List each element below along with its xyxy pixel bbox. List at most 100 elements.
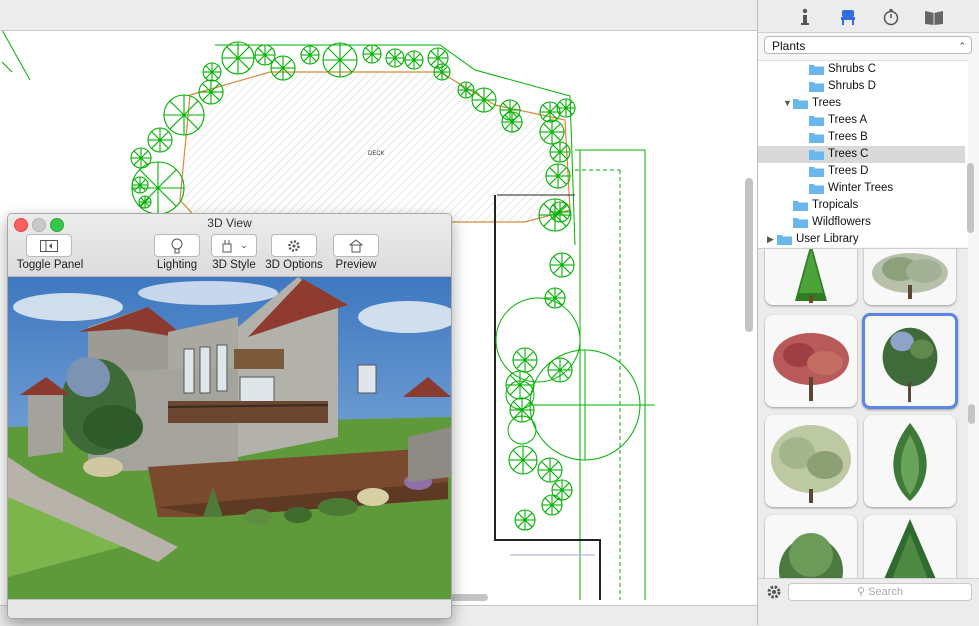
house-icon (349, 238, 363, 252)
lighting-label: Lighting (156, 259, 198, 271)
window-title: 3D View (207, 216, 252, 230)
plant-symbol[interactable] (549, 252, 575, 278)
canvas-vertical-scrollbar[interactable] (745, 178, 753, 332)
preview-label: Preview (335, 259, 377, 271)
3d-style-label: 3D Style (212, 259, 256, 271)
gear-icon (288, 239, 300, 252)
tree-scrollbar[interactable] (967, 163, 974, 233)
plant-thumbnail[interactable] (765, 415, 857, 507)
plant-symbol[interactable] (322, 42, 358, 78)
plant-symbol[interactable] (147, 127, 173, 153)
folder-icon (809, 65, 824, 75)
plant-symbol[interactable] (551, 479, 573, 501)
plant-symbol[interactable] (541, 494, 563, 516)
folder-icon (809, 184, 824, 194)
plant-symbol[interactable] (545, 163, 571, 189)
plant-thumbnail[interactable] (864, 415, 956, 507)
plant-thumbnail[interactable] (765, 515, 857, 579)
toggle-panel-button[interactable] (26, 234, 72, 257)
plant-symbol[interactable] (198, 79, 224, 105)
3d-rendered-scene[interactable] (8, 277, 451, 599)
folder-icon (809, 133, 824, 143)
plant-symbol[interactable] (538, 198, 572, 232)
folder-icon (809, 82, 824, 92)
tree-item-trees-c[interactable]: Trees C (758, 146, 965, 163)
chair-icon[interactable] (837, 6, 859, 28)
plant-symbol[interactable] (539, 119, 565, 145)
plant-symbol[interactable] (362, 44, 382, 64)
tree-item-tropicals[interactable]: Tropicals (758, 197, 965, 214)
folder-icon (809, 167, 824, 177)
canvas-horizontal-scrollbar[interactable] (450, 594, 488, 601)
category-select-value: Plants (772, 39, 806, 53)
toggle-panel-label: Toggle Panel (16, 259, 84, 271)
stopwatch-icon[interactable] (880, 6, 902, 28)
3d-options-button[interactable] (271, 234, 317, 257)
plant-symbol[interactable] (501, 111, 523, 133)
plant-symbol[interactable] (404, 50, 424, 70)
tree-item-trees-d[interactable]: Trees D (758, 163, 965, 180)
plant-symbol[interactable] (163, 94, 205, 136)
panel-tabs (758, 0, 979, 33)
library-panel: Plants ⌃ Shrubs C Shrubs D ▼ Trees Trees… (757, 0, 979, 626)
plant-symbol[interactable] (514, 509, 536, 531)
plan-toolbar (0, 0, 757, 31)
folder-icon (793, 218, 808, 228)
window-footer (8, 599, 451, 618)
plant-symbol[interactable] (300, 45, 320, 65)
tree-item-shrubs-c[interactable]: Shrubs C (758, 61, 965, 78)
plant-symbol[interactable] (508, 445, 538, 475)
tree-item-wildflowers[interactable]: Wildflowers (758, 214, 965, 231)
tree-item-user-library[interactable]: ▶ User Library (758, 231, 965, 247)
plant-symbol[interactable] (270, 55, 296, 81)
preview-button[interactable] (333, 234, 379, 257)
gear-icon[interactable] (766, 584, 782, 603)
folder-icon (793, 99, 808, 109)
plant-symbol[interactable] (130, 147, 152, 169)
plant-gallery (758, 248, 968, 579)
folder-icon (777, 235, 792, 245)
plant-symbol[interactable] (471, 87, 497, 113)
tree-item-trees-b[interactable]: Trees B (758, 129, 965, 146)
3d-style-button[interactable]: ⌄ (211, 234, 257, 257)
tree-item-shrubs-d[interactable]: Shrubs D (758, 78, 965, 95)
tree-item-trees-a[interactable]: Trees A (758, 112, 965, 129)
plant-symbol[interactable] (556, 98, 576, 118)
plant-symbol[interactable] (138, 195, 152, 209)
select-chevron-icon: ⌃ (958, 41, 966, 51)
folder-icon (793, 201, 808, 211)
book-icon[interactable] (923, 6, 945, 28)
plant-symbol[interactable] (549, 141, 571, 163)
category-select[interactable]: Plants ⌃ (764, 36, 972, 54)
plant-symbol[interactable] (385, 48, 405, 68)
plant-symbol[interactable] (131, 176, 149, 194)
plant-thumbnail[interactable] (864, 249, 956, 305)
plant-thumbnail[interactable] (864, 515, 956, 579)
sidebar-icon (40, 239, 58, 252)
plant-symbol[interactable] (457, 81, 475, 99)
search-input[interactable]: ⚲ Search (788, 583, 972, 601)
search-placeholder: Search (868, 586, 903, 598)
window-titlebar[interactable]: 3D View Toggle Panel Lighting ⌄ 3D Style… (8, 214, 451, 277)
brush-icon (222, 239, 232, 252)
disclosure-expanded-icon[interactable]: ▼ (783, 95, 792, 112)
lighting-button[interactable] (154, 234, 200, 257)
plant-thumbnail[interactable] (765, 315, 857, 407)
disclosure-collapsed-icon[interactable]: ▶ (767, 231, 774, 247)
bulb-icon (171, 238, 183, 253)
deck-area (179, 71, 571, 223)
plant-thumbnail[interactable] (765, 249, 857, 305)
plant-symbol[interactable] (537, 457, 563, 483)
deck-label: DECK (368, 151, 385, 157)
search-icon: ⚲ (857, 586, 866, 598)
tree-item-trees[interactable]: ▼ Trees (758, 95, 965, 112)
plant-symbol[interactable] (512, 347, 538, 373)
plant-symbol[interactable] (221, 41, 255, 75)
dropdown-chevron-icon: ⌄ (240, 240, 248, 250)
plant-thumbnail-selected[interactable] (862, 313, 958, 409)
plant-symbol[interactable] (202, 62, 222, 82)
tree-item-winter-trees[interactable]: Winter Trees (758, 180, 965, 197)
plant-symbol[interactable] (433, 63, 451, 81)
gallery-scrollbar[interactable] (968, 404, 975, 424)
info-icon[interactable] (794, 6, 816, 28)
